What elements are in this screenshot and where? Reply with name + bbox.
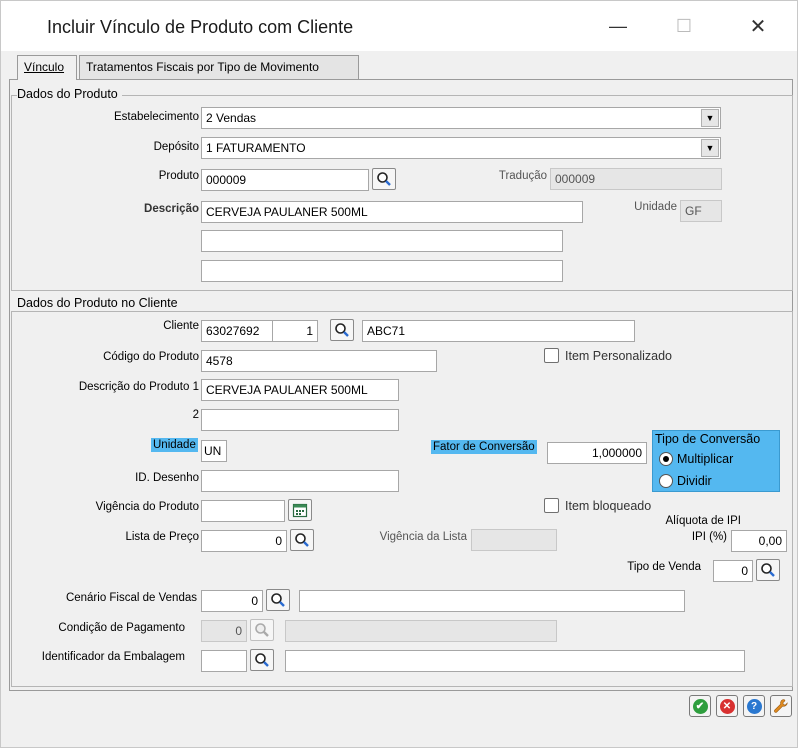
ipi-input[interactable]: 0,00 — [731, 530, 787, 552]
search-icon — [295, 533, 309, 547]
lista-preco-input[interactable]: 0 — [201, 530, 287, 552]
vigencia-produto-label: Vigência do Produto — [95, 501, 199, 513]
cenario-fiscal-search-button[interactable] — [266, 589, 290, 611]
unidade-cliente-label: Unidade — [151, 438, 198, 452]
search-icon — [271, 593, 285, 607]
dividir-radio[interactable] — [659, 474, 673, 488]
descricao-produto-2-input[interactable] — [201, 409, 399, 431]
tools-button[interactable] — [770, 695, 792, 717]
produto-label: Produto — [158, 170, 199, 182]
codigo-produto-input[interactable]: 4578 — [201, 350, 437, 372]
identificador-embalagem-search-button[interactable] — [250, 649, 274, 671]
codigo-produto-label: Código do Produto — [103, 351, 199, 363]
multiplicar-label: Multiplicar — [677, 452, 734, 466]
unidade-produto-label: Unidade — [634, 201, 677, 213]
search-icon — [761, 563, 775, 577]
cliente-search-button[interactable] — [330, 319, 354, 341]
vigencia-lista-input — [471, 529, 557, 551]
estabelecimento-select[interactable]: 2 Vendas ▼ — [201, 107, 721, 129]
dividir-label: Dividir — [677, 474, 712, 488]
identificador-embalagem-label: Identificador da Embalagem — [41, 651, 185, 663]
vigencia-produto-input[interactable] — [201, 500, 285, 522]
tipo-conversao-title: Tipo de Conversão — [655, 432, 761, 446]
cliente-seq-input[interactable]: 1 — [272, 320, 318, 342]
produto-input[interactable]: 000009 — [201, 169, 369, 191]
check-icon: ✔ — [692, 698, 708, 714]
item-personalizado-checkbox[interactable] — [544, 348, 559, 363]
estabelecimento-value: 2 Vendas — [206, 111, 257, 125]
descricao-input[interactable]: CERVEJA PAULANER 500ML — [201, 201, 583, 223]
estabelecimento-label: Estabelecimento — [113, 111, 199, 123]
descricao-produto-1-input[interactable]: CERVEJA PAULANER 500ML — [201, 379, 399, 401]
descricao-produto-2-label: 2 — [192, 409, 199, 421]
lista-preco-label: Lista de Preço — [125, 531, 199, 543]
unidade-produto-input: GF — [680, 200, 722, 222]
help-icon: ? — [746, 698, 762, 714]
multiplicar-radio[interactable] — [659, 452, 673, 466]
item-personalizado-label: Item Personalizado — [565, 349, 673, 363]
descricao-label: Descrição — [144, 203, 199, 215]
descricao-produto-1-label: Descrição do Produto 1 — [78, 381, 199, 393]
produto-search-button[interactable] — [372, 168, 396, 190]
item-bloqueado-checkbox[interactable] — [544, 498, 559, 513]
identificador-embalagem-input[interactable] — [201, 650, 247, 672]
tipo-venda-search-button[interactable] — [756, 559, 780, 581]
identificador-embalagem-description[interactable] — [285, 650, 745, 672]
cenario-fiscal-description[interactable] — [299, 590, 685, 612]
maximize-button[interactable]: ☐ — [661, 9, 707, 43]
dropdown-arrow-icon[interactable]: ▼ — [701, 109, 719, 127]
tipo-venda-label: Tipo de Venda — [627, 561, 701, 573]
help-button[interactable]: ? — [743, 695, 765, 717]
fator-conversao-input[interactable]: 1,000000 — [547, 442, 647, 464]
vigencia-lista-label: Vigência da Lista — [379, 531, 467, 543]
tab-vinculo[interactable]: Vínculo — [17, 55, 77, 80]
cenario-fiscal-label: Cenário Fiscal de Vendas — [65, 592, 197, 604]
cliente-code-input[interactable]: 63027692 — [201, 320, 273, 342]
search-icon — [255, 623, 269, 637]
confirm-button[interactable]: ✔ — [689, 695, 711, 717]
id-desenho-label: ID. Desenho — [135, 472, 199, 484]
close-button[interactable]: ✕ — [735, 9, 781, 43]
descricao-line2-input[interactable] — [201, 230, 563, 252]
condicao-pagamento-label: Condição de Pagamento — [58, 622, 185, 634]
condicao-pagamento-description — [285, 620, 557, 642]
calendar-button[interactable] — [288, 499, 312, 521]
cliente-group-title: Dados do Produto no Cliente — [17, 296, 182, 310]
traducao-label: Tradução — [498, 170, 547, 182]
search-icon — [255, 653, 269, 667]
descricao-line3-input[interactable] — [201, 260, 563, 282]
window-title: Incluir Vínculo de Produto com Cliente — [47, 17, 354, 37]
dialog-window: Incluir Vínculo de Produto com Cliente —… — [0, 0, 798, 748]
unidade-cliente-input[interactable]: UN — [201, 440, 227, 462]
deposito-label: Depósito — [153, 141, 199, 153]
cancel-icon: ✕ — [719, 698, 735, 714]
calendar-icon — [292, 503, 308, 518]
ipi-label: IPI (%) — [691, 531, 727, 543]
traducao-input: 000009 — [550, 168, 722, 190]
search-icon — [377, 172, 391, 186]
dropdown-arrow-icon[interactable]: ▼ — [701, 139, 719, 157]
cliente-name-input[interactable]: ABC71 — [362, 320, 635, 342]
title-bar: Incluir Vínculo de Produto com Cliente —… — [1, 1, 797, 51]
id-desenho-input[interactable] — [201, 470, 399, 492]
deposito-value: 1 FATURAMENTO — [206, 141, 306, 155]
tab-tratamentos-fiscais[interactable]: Tratamentos Fiscais por Tipo de Moviment… — [79, 55, 359, 79]
cancel-button[interactable]: ✕ — [716, 695, 738, 717]
lista-preco-search-button[interactable] — [290, 529, 314, 551]
item-bloqueado-label: Item bloqueado — [565, 499, 652, 513]
condicao-pagamento-input: 0 — [201, 620, 247, 642]
fator-conversao-label: Fator de Conversão — [431, 440, 537, 454]
deposito-select[interactable]: 1 FATURAMENTO ▼ — [201, 137, 721, 159]
tipo-venda-input[interactable]: 0 — [713, 560, 753, 582]
wrench-icon — [774, 699, 788, 713]
search-icon — [335, 323, 349, 337]
cenario-fiscal-input[interactable]: 0 — [201, 590, 263, 612]
cliente-label: Cliente — [163, 320, 199, 332]
produto-group-title: Dados do Produto — [17, 87, 122, 101]
condicao-pagamento-search-button — [250, 619, 274, 641]
minimize-button[interactable]: — — [595, 9, 641, 43]
aliquota-ipi-label: Alíquota de IPI — [665, 515, 741, 527]
